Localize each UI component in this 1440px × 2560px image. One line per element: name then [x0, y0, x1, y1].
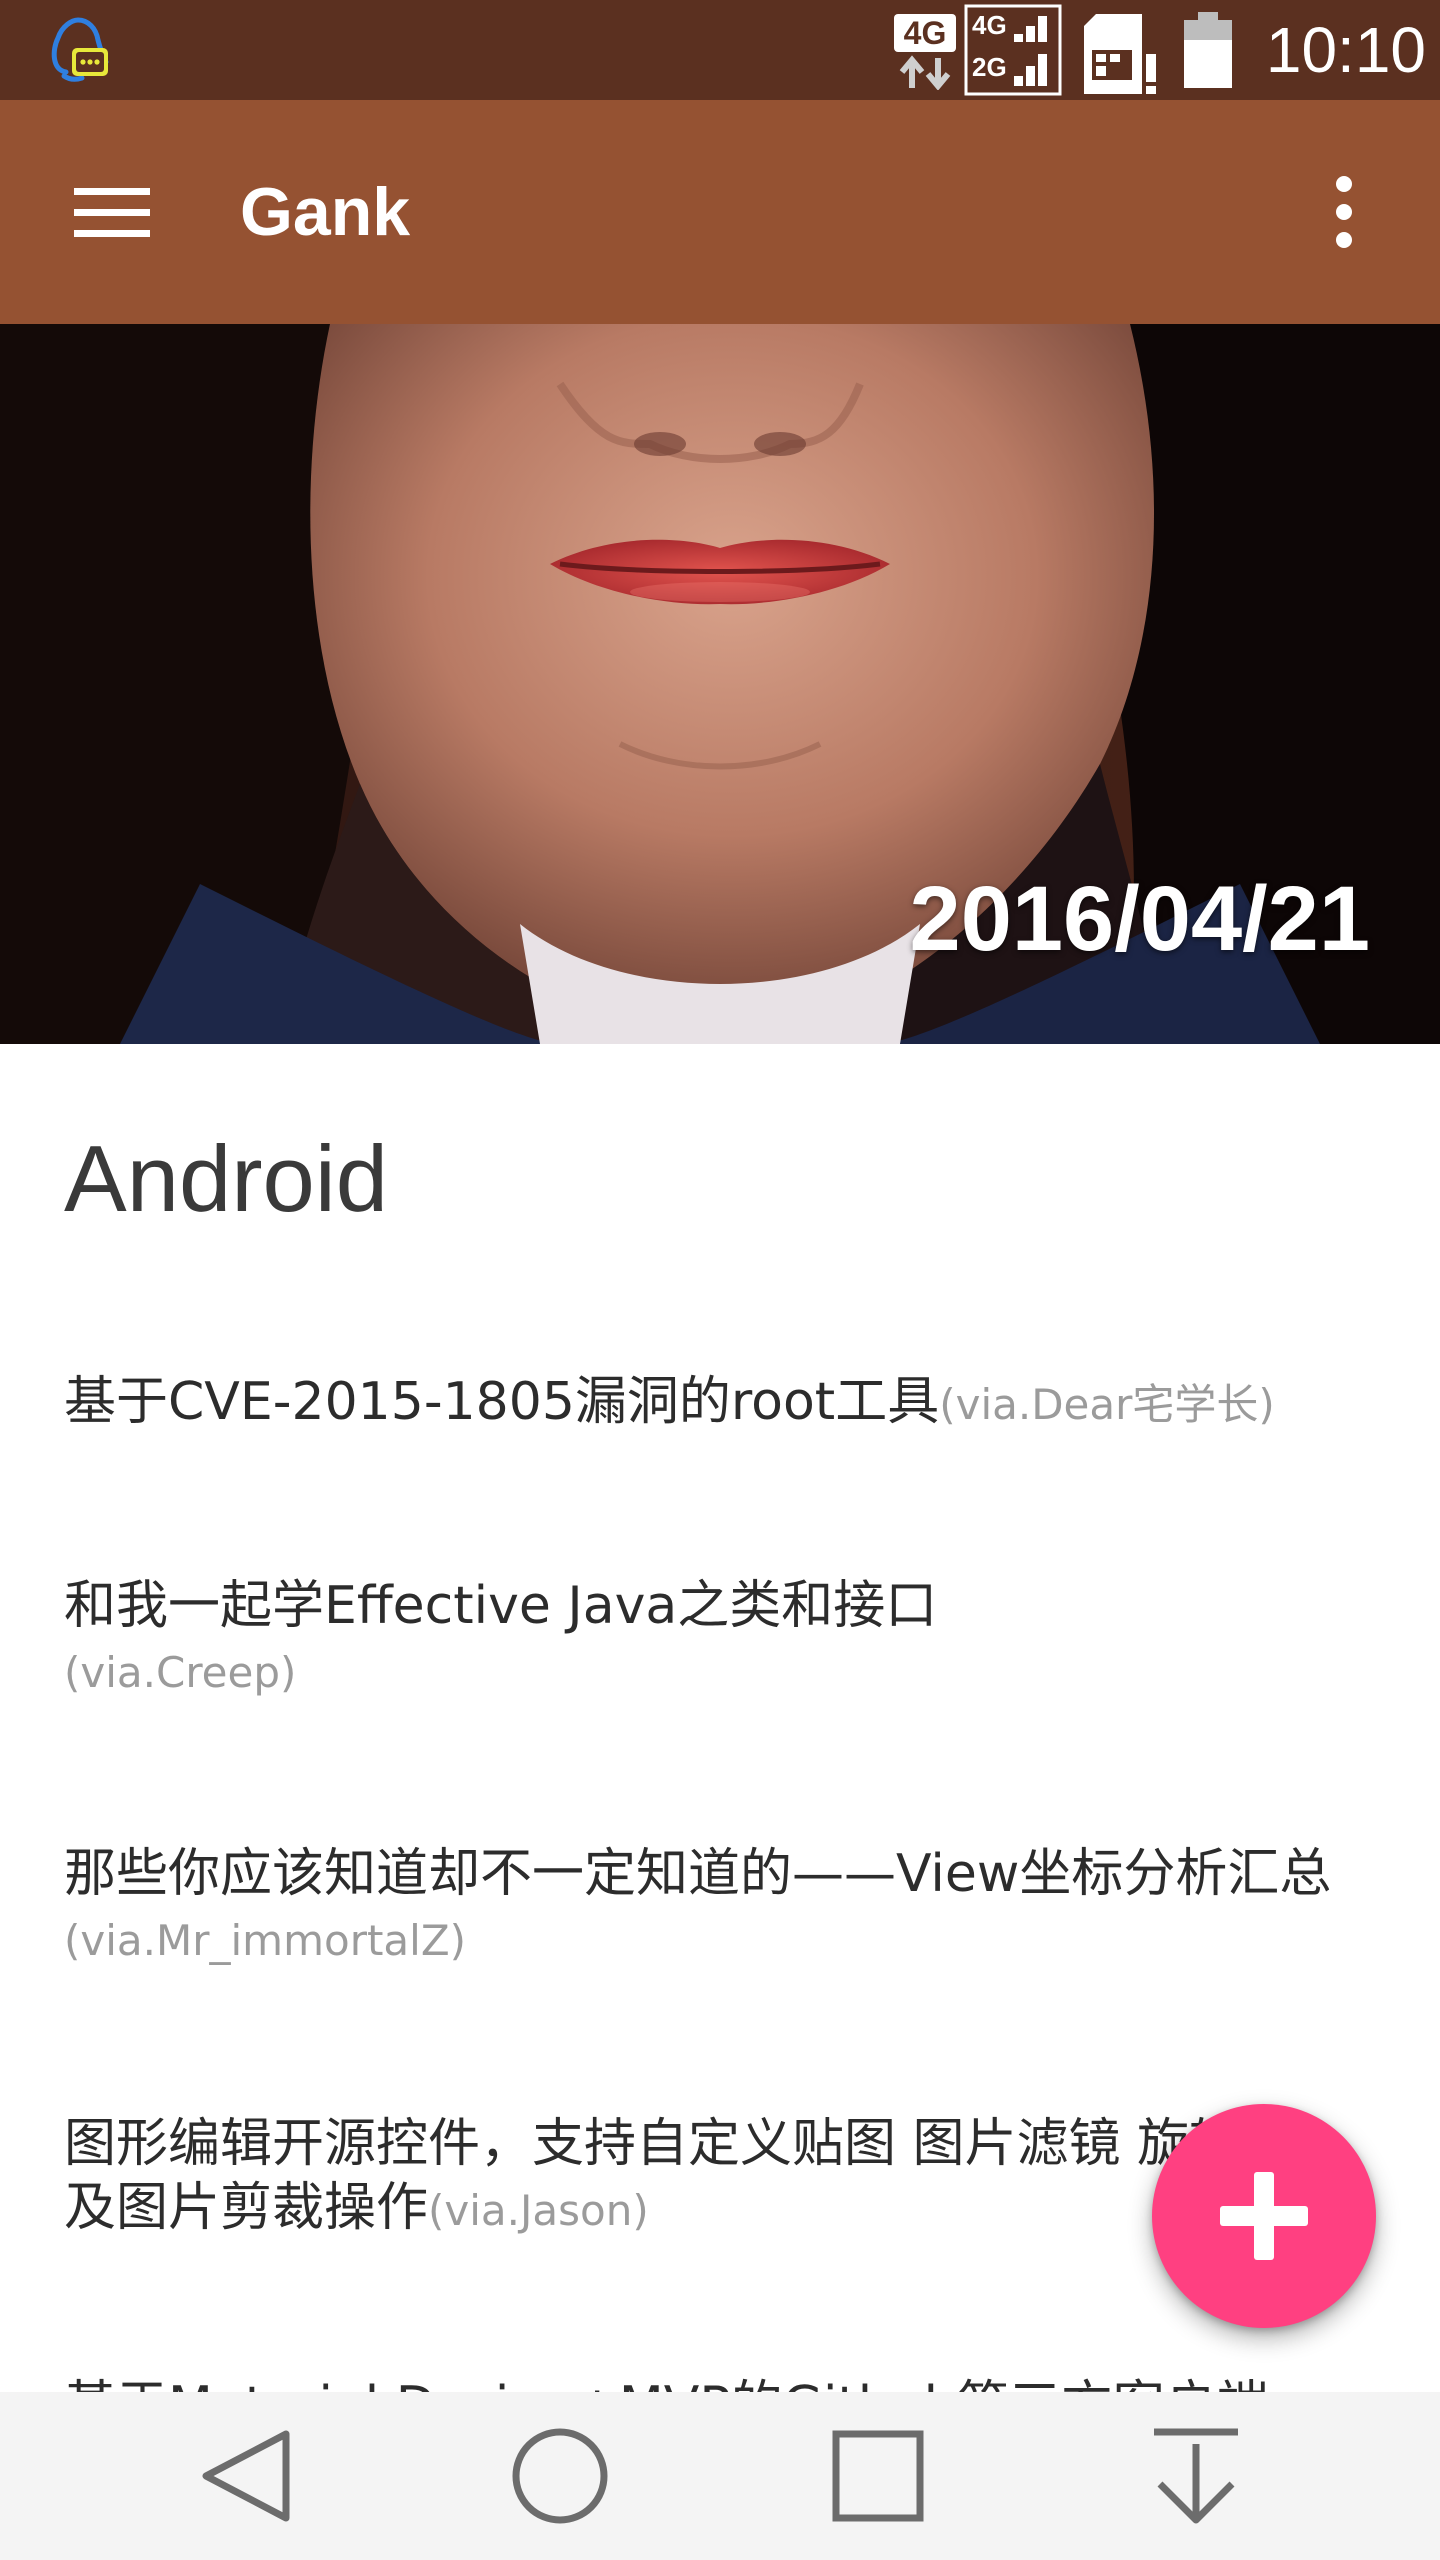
add-icon	[1220, 2172, 1308, 2260]
item-via: (via.Mr_immortalZ)	[64, 1916, 466, 1965]
item-via: (via.Dear宅学长)	[939, 1380, 1275, 1429]
list-item[interactable]: 基于CVE-2015-1805漏洞的root工具(via.Dear宅学长)	[64, 1370, 1354, 1437]
item-title: 和我一起学Effective Java之类和接口	[64, 1576, 938, 1636]
status-time: 10:10	[1265, 14, 1426, 86]
recents-icon[interactable]	[818, 2416, 938, 2536]
sim-icon	[1084, 14, 1156, 94]
navigation-bar	[0, 2392, 1440, 2560]
signal-label-bottom: 2G	[972, 52, 1007, 82]
network-4g-icon: 4G	[894, 14, 956, 90]
qq-notification-icon	[51, 17, 109, 82]
item-via: (via.Creep)	[64, 1648, 297, 1697]
item-title: 基于CVE-2015-1805漏洞的root工具	[64, 1372, 940, 1432]
home-icon[interactable]	[500, 2416, 620, 2536]
date-label: 2016/04/21	[909, 868, 1370, 970]
app-bar: Gank	[0, 100, 1440, 324]
more-vert-icon[interactable]	[1302, 164, 1386, 260]
item-via: (via.Jason)	[428, 2186, 649, 2235]
app-title: Gank	[240, 174, 411, 250]
menu-icon[interactable]	[52, 164, 172, 260]
item-title: 图形编辑开源控件，支持自定义贴图 图片滤镜 旋转 以及图片剪裁操作	[64, 2114, 1310, 2238]
item-title: 那些你应该知道却不一定知道的——View坐标分析汇总	[64, 1844, 1332, 1904]
list-item[interactable]: 和我一起学Effective Java之类和接口 (via.Creep)	[64, 1574, 1354, 1705]
signal-label-top: 4G	[972, 10, 1007, 40]
back-icon[interactable]	[188, 2416, 308, 2536]
list-item[interactable]: 基于Material Design+MVP的Github第三方客户端	[64, 2374, 1354, 2392]
status-bar: 4G 4G 2G 10:10	[0, 0, 1440, 100]
screen: 4G 4G 2G 10:10 Gank 2016/04/21 Android 基…	[0, 0, 1440, 2560]
down-icon[interactable]	[1136, 2416, 1256, 2536]
add-fab-button[interactable]	[1152, 2104, 1376, 2328]
hero-image[interactable]: 2016/04/21	[0, 324, 1440, 1044]
section-title: Android	[64, 1126, 388, 1231]
network-label: 4G	[904, 15, 947, 51]
item-title: 基于Material Design+MVP的Github第三方客户端	[64, 2376, 1269, 2392]
signal-icon: 4G 2G	[964, 4, 1062, 96]
battery-icon	[1184, 12, 1232, 88]
list-item[interactable]: 那些你应该知道却不一定知道的——View坐标分析汇总 (via.Mr_immort…	[64, 1842, 1374, 1973]
